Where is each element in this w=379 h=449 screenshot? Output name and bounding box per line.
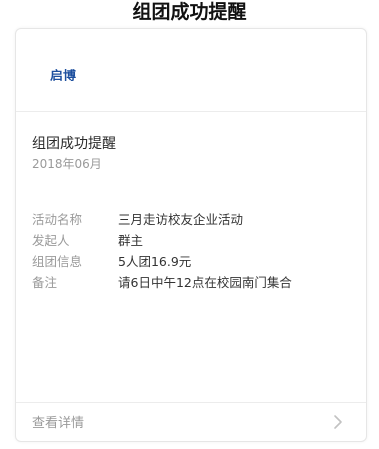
detail-label: 发起人 xyxy=(32,233,70,248)
detail-label: 活动名称 xyxy=(32,212,83,227)
brand-logo: 启博 xyxy=(50,69,77,84)
detail-value: 5人团16.9元 xyxy=(118,254,192,269)
message-title: 组团成功提醒 xyxy=(32,136,116,152)
detail-label: 组团信息 xyxy=(32,254,83,269)
detail-label: 备注 xyxy=(32,275,58,290)
detail-value: 请6日中午12点在校园南门集合 xyxy=(118,275,292,290)
detail-value: 三月走访校友企业活动 xyxy=(118,212,244,227)
page-title: 组团成功提醒 xyxy=(132,1,247,23)
view-details-link[interactable]: 查看详情 xyxy=(16,402,366,441)
detail-rows: 活动名称 三月走访校友企业活动 发起人 群主 组团信息 5人团16.9元 备注 … xyxy=(32,209,352,293)
card-header: 启博 xyxy=(16,29,366,112)
view-details-label: 查看详情 xyxy=(32,416,85,431)
notification-card: 启博 组团成功提醒 2018年06月 活动名称 三月走访校友企业活动 发起人 群… xyxy=(15,28,367,442)
detail-row-remark: 备注 请6日中午12点在校园南门集合 xyxy=(32,272,352,293)
chevron-right-icon xyxy=(334,415,342,429)
message-date: 2018年06月 xyxy=(32,157,102,171)
detail-row-initiator: 发起人 群主 xyxy=(32,230,352,251)
detail-row-activity-name: 活动名称 三月走访校友企业活动 xyxy=(32,209,352,230)
detail-value: 群主 xyxy=(118,233,144,248)
detail-row-group-info: 组团信息 5人团16.9元 xyxy=(32,251,352,272)
